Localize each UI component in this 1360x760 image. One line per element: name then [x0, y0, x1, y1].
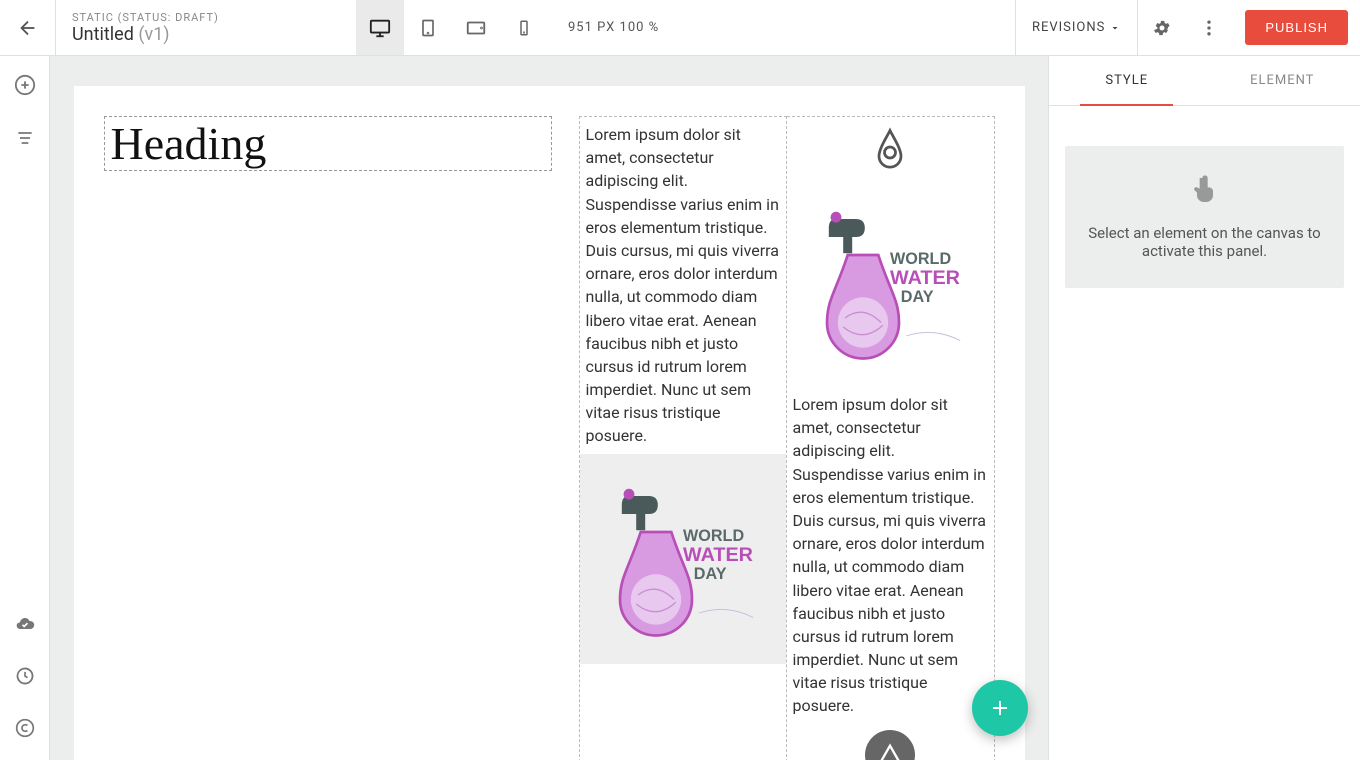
canvas-size-label: 951 PX 100 % [548, 0, 679, 55]
panel-placeholder: Select an element on the canvas to activ… [1065, 146, 1344, 288]
publish-button[interactable]: PUBLISH [1245, 10, 1348, 45]
plus-icon [988, 696, 1012, 720]
logo-circle[interactable] [865, 730, 915, 760]
world-water-day-image: WORLD WATER DAY [800, 192, 980, 372]
outline-button[interactable] [15, 128, 35, 152]
image-block[interactable]: WORLD WATER DAY [580, 454, 786, 664]
device-switcher [356, 0, 548, 55]
panel-placeholder-text: Select an element on the canvas to activ… [1085, 224, 1324, 260]
right-panel: STYLE ELEMENT Select an element on the c… [1048, 56, 1360, 760]
svg-text:WORLD: WORLD [683, 527, 744, 545]
settings-button[interactable] [1137, 0, 1185, 55]
tablet-landscape-icon [465, 17, 487, 39]
more-vertical-icon [1199, 18, 1219, 38]
device-tablet-portrait-button[interactable] [404, 0, 452, 55]
add-fab-button[interactable] [972, 680, 1028, 736]
canvas[interactable]: Heading Lorem ipsum dolor sit amet, cons… [50, 56, 1048, 760]
text-block[interactable]: Lorem ipsum dolor sit amet, consectetur … [787, 387, 994, 724]
phone-icon [515, 19, 533, 37]
title-area: STATIC (STATUS: DRAFT) Untitled (v1) [56, 0, 356, 55]
back-button[interactable] [0, 0, 56, 55]
desktop-icon [369, 17, 391, 39]
history-icon [15, 666, 35, 686]
column-2[interactable]: WORLD WATER DAY Lorem ipsum dolor sit am… [787, 116, 995, 760]
gear-icon [1152, 18, 1172, 38]
page-status: STATIC (STATUS: DRAFT) [72, 11, 340, 24]
svg-text:WORLD: WORLD [890, 250, 951, 268]
cloud-status-icon[interactable] [15, 614, 35, 638]
panel-tabs: STYLE ELEMENT [1049, 56, 1360, 106]
logo-block[interactable] [787, 117, 994, 177]
more-menu-button[interactable] [1185, 0, 1233, 55]
tab-element[interactable]: ELEMENT [1205, 56, 1360, 105]
caret-down-icon [1109, 22, 1121, 34]
svg-text:WATER: WATER [683, 543, 753, 565]
svg-text:WATER: WATER [890, 267, 960, 289]
revisions-dropdown[interactable]: REVISIONS [1015, 0, 1137, 55]
columns-block[interactable]: Lorem ipsum dolor sit amet, consectetur … [579, 116, 995, 760]
top-bar: STATIC (STATUS: DRAFT) Untitled (v1) 951… [0, 0, 1360, 56]
arrow-left-icon [17, 17, 39, 39]
tablet-portrait-icon [418, 18, 438, 38]
left-rail [0, 56, 50, 760]
heading-block[interactable]: Heading [104, 116, 552, 171]
page-title-text: Untitled [72, 24, 134, 45]
revisions-label: REVISIONS [1032, 20, 1105, 35]
plus-circle-icon [14, 74, 36, 96]
text-block[interactable]: Lorem ipsum dolor sit amet, consectetur … [580, 117, 786, 454]
image-block[interactable]: WORLD WATER DAY [787, 177, 994, 387]
triangle-a-icon [876, 741, 904, 760]
page-body[interactable]: Heading Lorem ipsum dolor sit amet, cons… [74, 86, 1025, 760]
outline-icon [15, 128, 35, 148]
page-title: Untitled (v1) [72, 24, 340, 45]
svg-text:DAY: DAY [693, 564, 726, 582]
device-tablet-landscape-button[interactable] [452, 0, 500, 55]
add-element-button[interactable] [14, 74, 36, 100]
copyright-button[interactable] [15, 718, 35, 742]
history-button[interactable] [15, 666, 35, 690]
column-1[interactable]: Lorem ipsum dolor sit amet, consectetur … [579, 116, 787, 760]
device-phone-button[interactable] [500, 0, 548, 55]
svg-text:DAY: DAY [901, 288, 934, 306]
airbnb-icon [868, 125, 912, 169]
tab-style[interactable]: STYLE [1049, 56, 1205, 105]
heading-text: Heading [111, 117, 545, 170]
device-desktop-button[interactable] [356, 0, 404, 55]
world-water-day-image: WORLD WATER DAY [593, 469, 773, 649]
tap-icon [1189, 174, 1221, 206]
cloud-check-icon [15, 614, 35, 634]
page-version: (v1) [138, 24, 169, 45]
copyright-icon [15, 718, 35, 738]
